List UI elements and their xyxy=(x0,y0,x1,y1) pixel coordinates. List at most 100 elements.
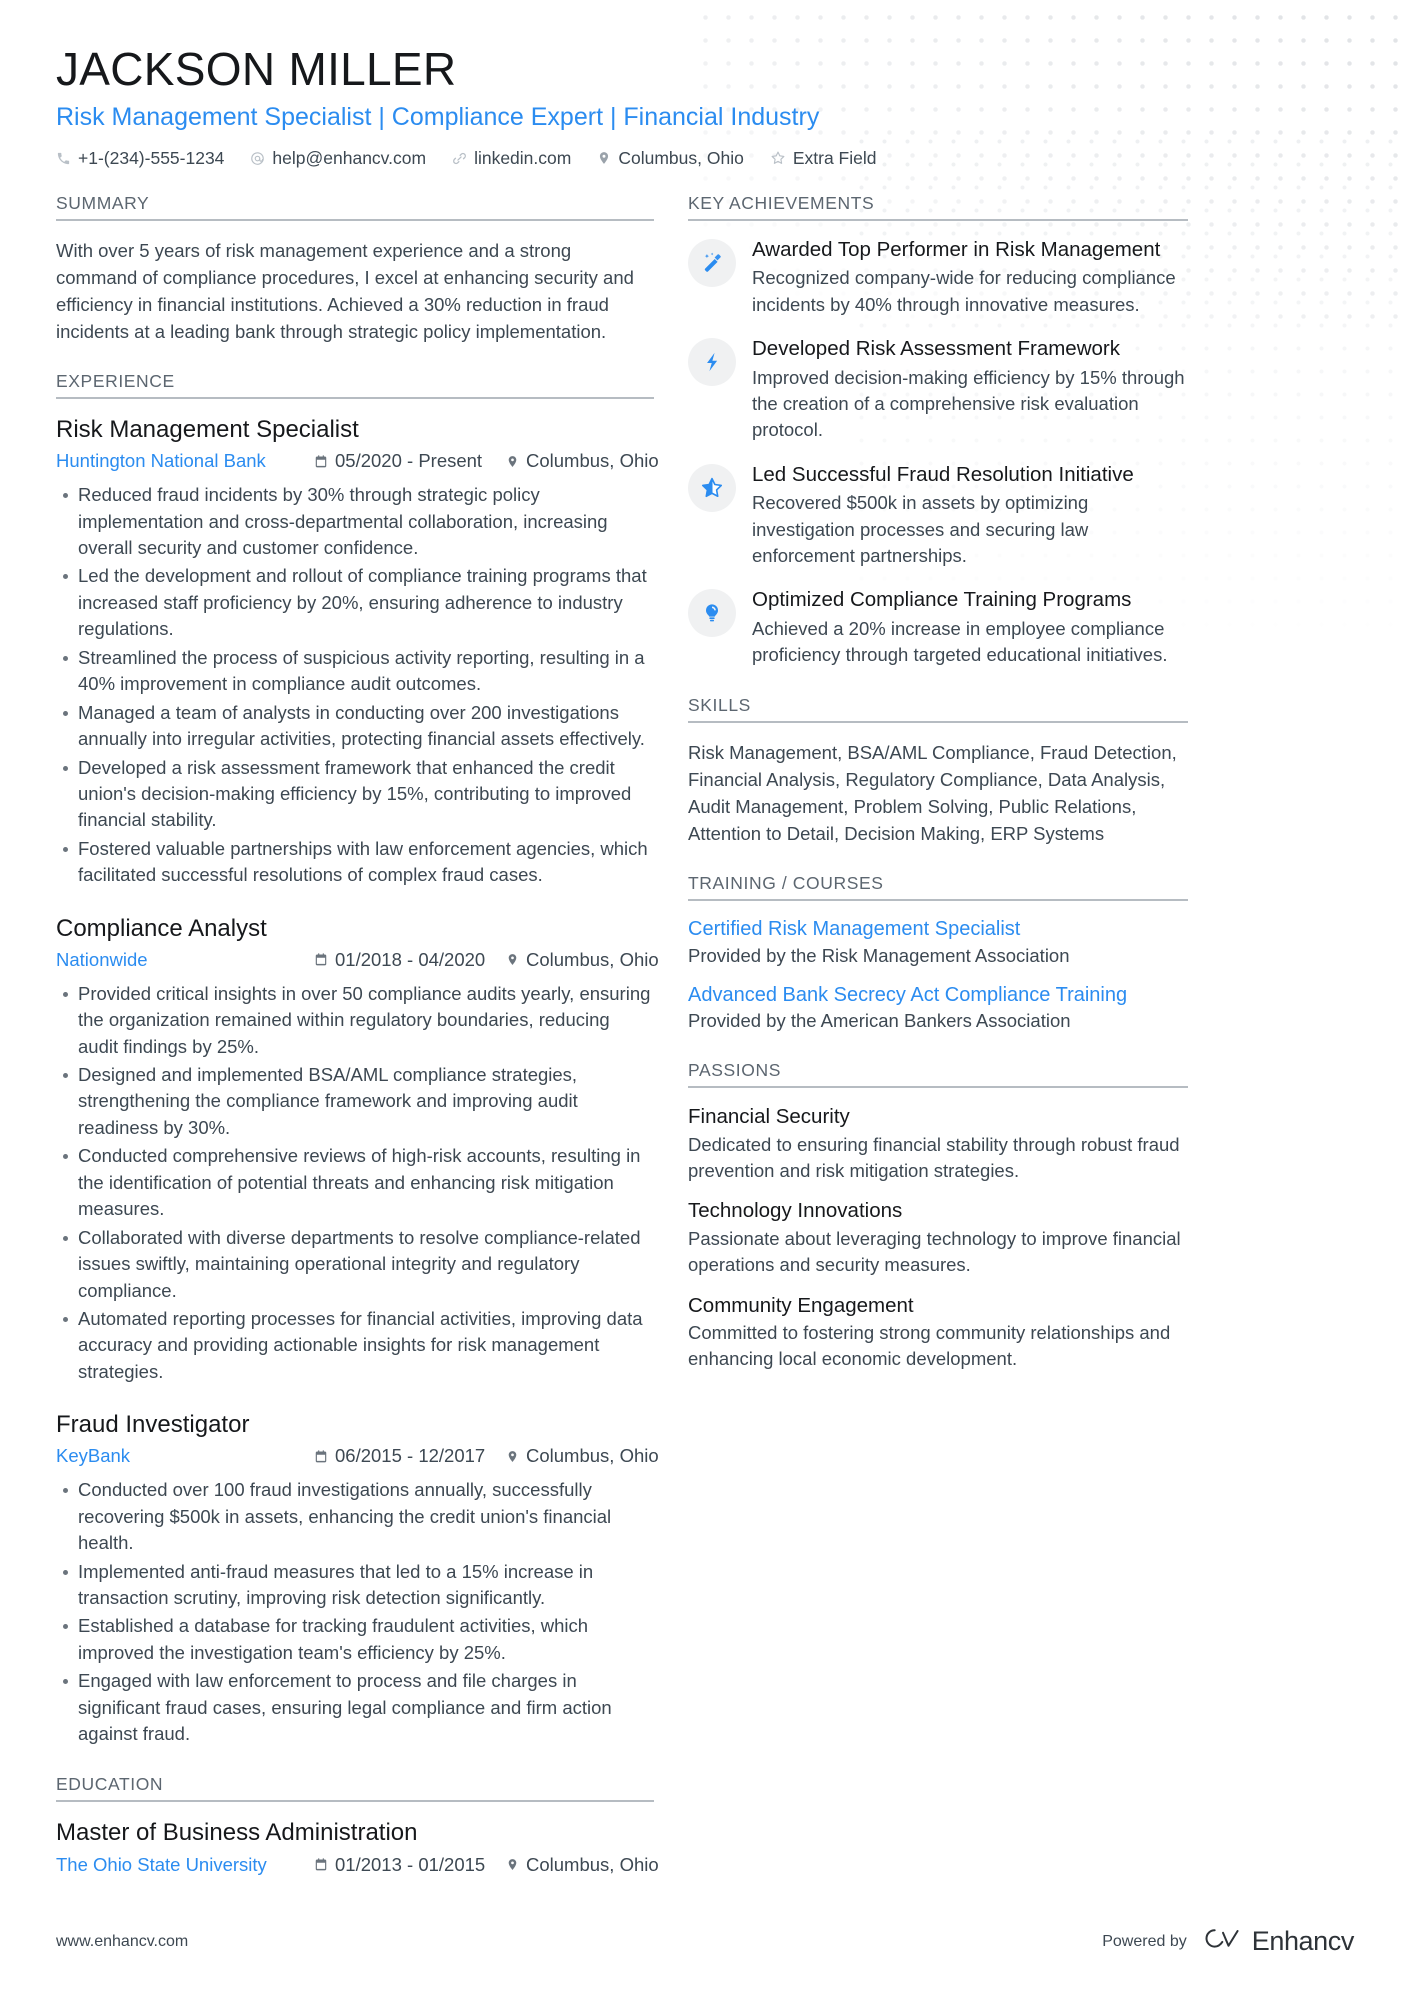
job-location-text: Columbus, Ohio xyxy=(526,450,659,472)
location-pin-icon xyxy=(506,1857,519,1872)
magic-wand-icon xyxy=(688,238,736,287)
section-experience: EXPERIENCE Risk Management Specialist Hu… xyxy=(56,371,659,1748)
email-icon xyxy=(250,151,265,166)
powered-by-label: Powered by xyxy=(1102,1932,1187,1950)
footer-website-url[interactable]: www.enhancv.com xyxy=(56,1933,188,1951)
achievement-item: Optimized Compliance Training Programs A… xyxy=(688,587,1188,668)
achievement-title: Developed Risk Assessment Framework xyxy=(752,336,1120,360)
enhancv-brand[interactable]: Enhancv xyxy=(1203,1926,1354,1957)
job-company[interactable]: KeyBank xyxy=(56,1442,314,1470)
page-title: JACKSON MILLER xyxy=(56,43,457,95)
job-bullet: Streamlined the process of suspicious ac… xyxy=(56,645,654,698)
training-item: Certified Risk Management Specialist Pro… xyxy=(688,917,1188,968)
education-meta: The Ohio State University 01/2013 - 01/2… xyxy=(56,1851,659,1879)
section-heading-training-courses: TRAINING / COURSES xyxy=(688,873,1188,902)
location-pin-icon xyxy=(506,1449,519,1464)
page-footer: www.enhancv.com Powered by Enhancv xyxy=(0,1926,1410,1957)
experience-entry: Fraud Investigator KeyBank 06/2015 - 12/… xyxy=(56,1410,659,1748)
education-dates: 01/2013 - 01/2015 xyxy=(314,1851,506,1879)
calendar-icon xyxy=(314,1857,328,1872)
job-bullet: Designed and implemented BSA/AML complia… xyxy=(56,1062,654,1141)
training-provider: Provided by the American Bankers Associa… xyxy=(688,1010,1071,1032)
location-pin-icon xyxy=(597,150,611,166)
contact-location[interactable]: Columbus, Ohio xyxy=(597,147,744,169)
job-company[interactable]: Huntington National Bank xyxy=(56,447,314,475)
training-title[interactable]: Advanced Bank Secrecy Act Compliance Tra… xyxy=(688,983,1188,1009)
contact-location-text: Columbus, Ohio xyxy=(618,147,744,168)
job-bullet: Reduced fraud incidents by 30% through s… xyxy=(56,482,654,561)
link-icon xyxy=(452,151,467,166)
job-title: Compliance Analyst xyxy=(56,914,267,942)
calendar-icon xyxy=(314,1449,328,1464)
achievement-title: Awarded Top Performer in Risk Management xyxy=(752,237,1161,261)
training-title[interactable]: Certified Risk Management Specialist xyxy=(688,917,1188,943)
job-bullet: Provided critical insights in over 50 co… xyxy=(56,981,654,1060)
section-heading-key-achievements: KEY ACHIEVEMENTS xyxy=(688,193,1188,221)
education-degree: Master of Business Administration xyxy=(56,1818,418,1846)
left-column: SUMMARY With over 5 years of risk manage… xyxy=(56,193,688,1905)
section-heading-experience: EXPERIENCE xyxy=(56,371,654,400)
calendar-icon xyxy=(314,952,328,967)
passion-description: Passionate about leveraging technology t… xyxy=(688,1228,1181,1276)
summary-text: With over 5 years of risk management exp… xyxy=(56,239,634,343)
contact-email[interactable]: help@enhancv.com xyxy=(250,148,426,169)
lightning-bolt-icon xyxy=(688,337,736,386)
passion-title: Community Engagement xyxy=(688,1293,914,1317)
experience-entry: Compliance Analyst Nationwide 01/2018 - … xyxy=(56,914,659,1386)
passion-title: Financial Security xyxy=(688,1105,850,1129)
achievement-description: Improved decision-making efficiency by 1… xyxy=(752,366,1185,441)
job-title: Risk Management Specialist xyxy=(56,416,359,444)
job-bullet: Established a database for tracking frau… xyxy=(56,1613,654,1666)
job-bullet: Collaborated with diverse departments to… xyxy=(56,1225,654,1304)
location-pin-icon xyxy=(506,952,519,967)
job-bullets: Conducted over 100 fraud investigations … xyxy=(56,1477,654,1748)
resume-header: JACKSON MILLER Risk Management Specialis… xyxy=(56,0,1354,169)
contact-phone-text: +1-(234)-555-1234 xyxy=(78,147,225,168)
contact-link[interactable]: linkedin.com xyxy=(452,148,571,169)
job-meta: Huntington National Bank 05/2020 - Prese… xyxy=(56,447,659,475)
job-company[interactable]: Nationwide xyxy=(56,946,314,974)
passion-item: Financial Security Dedicated to ensuring… xyxy=(688,1104,1188,1184)
enhancv-logo-icon xyxy=(1203,1926,1243,1957)
education-school[interactable]: The Ohio State University xyxy=(56,1851,314,1879)
job-bullet: Fostered valuable partnerships with law … xyxy=(56,836,654,889)
calendar-icon xyxy=(314,454,328,469)
job-dates: 05/2020 - Present xyxy=(314,447,506,475)
job-bullet: Managed a team of analysts in conducting… xyxy=(56,700,654,753)
star-outline-icon xyxy=(770,150,786,166)
section-key-achievements: KEY ACHIEVEMENTS Awarded Top Performer i… xyxy=(688,193,1188,669)
contact-extra-field-text: Extra Field xyxy=(792,147,877,168)
job-bullets: Reduced fraud incidents by 30% through s… xyxy=(56,482,654,889)
section-heading-skills: SKILLS xyxy=(688,695,1188,723)
star-half-icon xyxy=(688,463,736,512)
lightbulb-icon xyxy=(688,589,736,638)
job-location: Columbus, Ohio xyxy=(506,1442,659,1470)
resume-page: JACKSON MILLER Risk Management Specialis… xyxy=(0,0,1410,1995)
section-training-courses: TRAINING / COURSES Certified Risk Manage… xyxy=(688,873,1188,1034)
contact-link-text: linkedin.com xyxy=(474,147,572,168)
powered-by-block: Powered by Enhancv xyxy=(1102,1926,1354,1957)
training-provider: Provided by the Risk Management Associat… xyxy=(688,944,1070,966)
right-column: KEY ACHIEVEMENTS Awarded Top Performer i… xyxy=(688,193,1188,1399)
section-heading-summary: SUMMARY xyxy=(56,193,654,221)
achievement-item: Developed Risk Assessment Framework Impr… xyxy=(688,336,1188,444)
job-title: Fraud Investigator xyxy=(56,1411,250,1439)
education-location-text: Columbus, Ohio xyxy=(526,1853,659,1875)
achievement-description: Achieved a 20% increase in employee comp… xyxy=(752,617,1168,666)
education-entry: Master of Business Administration The Oh… xyxy=(56,1818,659,1879)
section-heading-passions: PASSIONS xyxy=(688,1060,1188,1089)
contact-phone[interactable]: +1-(234)-555-1234 xyxy=(56,148,224,169)
job-bullet: Conducted comprehensive reviews of high-… xyxy=(56,1143,654,1222)
professional-headline: Risk Management Specialist | Compliance … xyxy=(56,103,820,132)
achievement-item: Awarded Top Performer in Risk Management… xyxy=(688,237,1188,318)
resume-body: SUMMARY With over 5 years of risk manage… xyxy=(56,193,1354,1905)
job-bullet: Led the development and rollout of compl… xyxy=(56,563,654,642)
job-dates: 06/2015 - 12/2017 xyxy=(314,1442,506,1470)
education-location: Columbus, Ohio xyxy=(506,1851,659,1879)
contact-extra-field[interactable]: Extra Field xyxy=(770,147,877,169)
achievement-title: Led Successful Fraud Resolution Initiati… xyxy=(752,462,1134,486)
job-bullet: Conducted over 100 fraud investigations … xyxy=(56,1477,654,1556)
job-dates-text: 05/2020 - Present xyxy=(335,450,483,472)
achievement-item: Led Successful Fraud Resolution Initiati… xyxy=(688,462,1188,570)
contact-row: +1-(234)-555-1234 help@enhancv.com linke… xyxy=(56,148,1354,169)
